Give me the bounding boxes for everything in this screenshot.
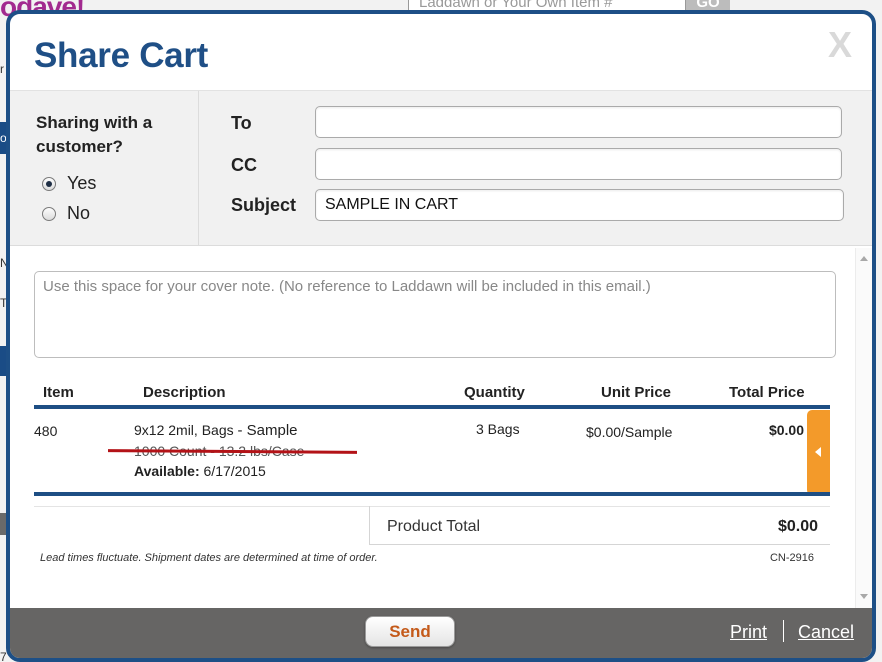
row-available-label: Available: [134,463,200,479]
expand-arrow-icon[interactable] [807,410,830,495]
row-availability: Available: 6/17/2015 [134,463,266,479]
cart-content-scroll-area[interactable]: Item Description Quantity Unit Price Tot… [10,248,872,608]
scroll-down-arrow-icon[interactable] [860,594,868,599]
background-edge-letter: r [0,62,4,76]
to-label: To [231,113,252,133]
column-header-description: Description [143,384,226,401]
print-link[interactable]: Print [730,622,767,643]
radio-option-yes[interactable]: Yes [42,173,96,194]
totals-divider-line [34,506,830,507]
cc-label: CC [231,155,257,175]
share-form-panel: Sharing with a customer? Yes No To CC Su… [10,90,872,246]
column-header-item: Item [43,384,74,401]
share-cart-modal: Share Cart X Sharing with a customer? Ye… [6,10,876,662]
row-description-text: 9x12 2mil, Bags [134,422,234,438]
close-icon[interactable]: X [828,24,852,66]
radio-label-no: No [67,203,91,223]
row-quantity: 3 Bags [476,421,520,437]
table-header-rule [34,405,830,409]
product-total-value: $0.00 [777,518,818,535]
product-total-label: Product Total [387,518,481,535]
scroll-up-arrow-icon[interactable] [860,256,868,261]
column-header-total-price: Total Price [729,384,805,401]
radio-unchecked-icon[interactable] [42,206,56,221]
reference-code: CN-2916 [769,552,814,564]
subject-field[interactable] [315,189,844,221]
lead-times-note: Lead times fluctuate. Shipment dates are… [40,552,378,564]
column-header-quantity: Quantity [464,384,525,401]
table-footer-rule [34,492,830,496]
radio-option-no[interactable]: No [42,203,90,224]
row-available-date: 6/17/2015 [203,463,266,479]
row-item-number: 480 [34,423,58,439]
row-description: 9x12 2mil, Bags - Sample [134,422,298,439]
to-field[interactable] [315,106,842,138]
totals-vertical-divider [369,506,370,544]
vertical-scrollbar[interactable] [855,248,872,608]
modal-footer: Send Print Cancel [10,608,872,658]
send-button[interactable]: Send [365,616,455,647]
row-total-price: $0.00 [768,422,804,438]
radio-checked-icon[interactable] [42,176,56,191]
subject-label: Subject [231,195,297,215]
modal-title: Share Cart [34,36,209,75]
footer-separator [783,620,784,642]
customer-share-question: Sharing with a customer? [36,113,153,156]
radio-label-yes: Yes [67,173,97,193]
row-sample-label: - Sample [237,422,298,439]
row-unit-price: $0.00/Sample [586,424,673,440]
cc-field[interactable] [315,148,842,180]
customer-share-section: Sharing with a customer? Yes No [10,91,199,245]
cancel-link[interactable]: Cancel [798,622,854,643]
column-header-unit-price: Unit Price [601,384,672,401]
cover-note-textarea[interactable] [34,271,836,358]
totals-divider-line [369,544,830,545]
